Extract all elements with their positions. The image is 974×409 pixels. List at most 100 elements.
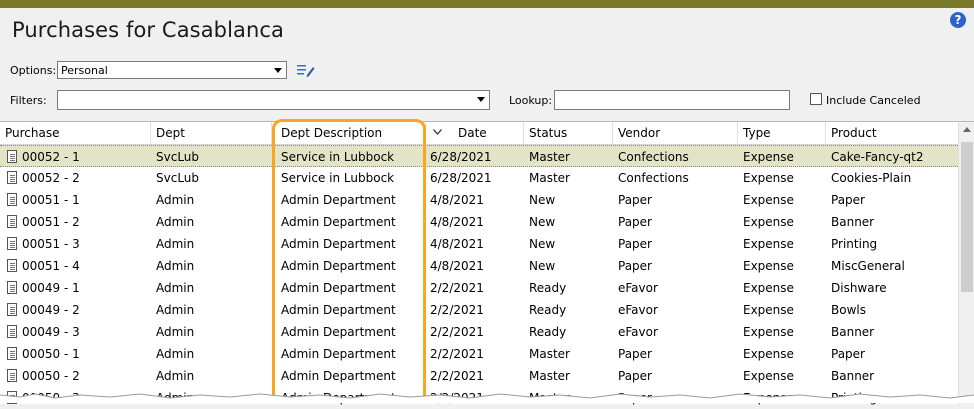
cell-dept: SvcLub: [156, 150, 200, 164]
cell-vendor: Paper: [618, 369, 652, 383]
cell-status: New: [529, 193, 556, 207]
filters-dropdown[interactable]: [57, 90, 490, 110]
cell-dept: Admin: [156, 215, 195, 229]
cell-product: Banner: [831, 215, 875, 229]
cell-date: 6/28/2021: [430, 150, 492, 164]
column-header-date-cell[interactable]: Date: [426, 122, 524, 144]
table-row[interactable]: 00051 - 3 Admin Admin Department 4/8/2021 Ne…: [0, 233, 958, 255]
cell-dept: Admin: [156, 303, 195, 317]
cell-purchase: 00051 - 1: [22, 193, 80, 207]
cell-type: Expense: [743, 259, 794, 273]
cell-date: 2/2/2021: [430, 325, 484, 339]
grid-header: Purchase Dept Dept Description Date Stat…: [0, 122, 958, 145]
chevron-down-icon: [477, 97, 485, 102]
cell-product: Cookies-Plain: [831, 171, 912, 185]
cell-vendor: Paper: [618, 215, 652, 229]
cell-purchase: 00051 - 3: [22, 237, 80, 251]
cell-product: Banner: [831, 369, 875, 383]
cell-vendor: Paper: [618, 193, 652, 207]
table-row[interactable]: 00050 - 1 Admin Admin Department 2/2/2021 Ma…: [0, 343, 958, 365]
cell-purchase: 00049 - 2: [22, 303, 80, 317]
cell-dept: Admin: [156, 325, 195, 339]
vertical-scrollbar[interactable]: [958, 122, 974, 404]
top-accent-bar: [0, 0, 974, 8]
cell-vendor: Paper: [618, 237, 652, 251]
cell-status: New: [529, 215, 556, 229]
scroll-thumb[interactable]: [961, 142, 973, 292]
cell-vendor: eFavor: [618, 325, 658, 339]
column-header-purchase[interactable]: Purchase: [0, 122, 151, 144]
table-row[interactable]: 00051 - 1 Admin Admin Department 4/8/2021 Ne…: [0, 189, 958, 211]
table-row[interactable]: 00052 - 1 SvcLub Service in Lubbock 6/28/20…: [0, 145, 958, 167]
cell-type: Expense: [743, 303, 794, 317]
cell-status: Ready: [529, 281, 567, 295]
cell-type: Expense: [743, 281, 794, 295]
cell-product: Paper: [831, 347, 865, 361]
include-canceled-checkbox[interactable]: [810, 93, 822, 105]
cell-purchase: 00052 - 2: [22, 171, 80, 185]
filters-label: Filters:: [10, 94, 47, 107]
cell-status: Ready: [529, 325, 567, 339]
page-title: Purchases for Casablanca: [12, 18, 285, 42]
cell-dept-description: Admin Department: [281, 369, 396, 383]
options-label: Options:: [10, 64, 57, 77]
cell-date: 2/2/2021: [430, 369, 484, 383]
cell-status: New: [529, 237, 556, 251]
options-dropdown[interactable]: Personal: [57, 61, 287, 79]
cell-purchase: 00049 - 3: [22, 325, 80, 339]
cell-date: 4/8/2021: [430, 237, 484, 251]
table-row[interactable]: 00049 - 2 Admin Admin Department 2/2/2021 Re…: [0, 299, 958, 321]
include-canceled-label: Include Canceled: [826, 94, 921, 107]
table-row[interactable]: 00051 - 4 Admin Admin Department 4/8/2021 Ne…: [0, 255, 958, 277]
table-row[interactable]: 00052 - 2 SvcLub Service in Lubbock 6/28/20…: [0, 167, 958, 189]
cell-dept: SvcLub: [156, 171, 200, 185]
table-row[interactable]: 00051 - 2 Admin Admin Department 4/8/2021 Ne…: [0, 211, 958, 233]
cell-vendor: Confections: [618, 150, 689, 164]
column-header-type[interactable]: Type: [738, 122, 826, 144]
cell-dept-description: Admin Department: [281, 281, 396, 295]
cell-status: Master: [529, 150, 570, 164]
chevron-down-icon: [274, 68, 282, 73]
cell-product: MiscGeneral: [831, 259, 905, 273]
scroll-up-icon[interactable]: [963, 127, 971, 132]
cell-product: Bowls: [831, 303, 866, 317]
cell-date: 2/2/2021: [430, 281, 484, 295]
cell-dept: Admin: [156, 237, 195, 251]
cell-purchase: 00050 - 1: [22, 347, 80, 361]
cell-product: Cake-Fancy-qt2: [831, 150, 924, 164]
cell-date: 4/8/2021: [430, 193, 484, 207]
column-header-product[interactable]: Product: [826, 122, 958, 144]
cell-status: Master: [529, 347, 570, 361]
lookup-input[interactable]: [554, 90, 790, 110]
sort-chevron-icon: [433, 129, 442, 135]
cell-dept: Admin: [156, 281, 195, 295]
column-header-vendor[interactable]: Vendor: [613, 122, 738, 144]
cell-purchase: 00051 - 2: [22, 215, 80, 229]
cell-status: New: [529, 259, 556, 273]
table-row[interactable]: 00049 - 1 Admin Admin Department 2/2/2021 Re…: [0, 277, 958, 299]
cell-product: Printing: [831, 237, 878, 251]
table-row[interactable]: 00050 - 2 Admin Admin Department 2/2/2021 Ma…: [0, 365, 958, 387]
cell-dept-description: Admin Department: [281, 215, 396, 229]
cell-vendor: eFavor: [618, 281, 658, 295]
cell-type: Expense: [743, 215, 794, 229]
cell-type: Expense: [743, 193, 794, 207]
cell-dept-description: Service in Lubbock: [281, 150, 395, 164]
lookup-label: Lookup:: [509, 94, 553, 107]
cell-purchase: 00050 - 2: [22, 369, 80, 383]
help-icon[interactable]: ?: [950, 12, 966, 28]
column-header-status[interactable]: Status: [524, 122, 613, 144]
table-row[interactable]: 00049 - 3 Admin Admin Department 2/2/2021 Re…: [0, 321, 958, 343]
column-header-dept[interactable]: Dept: [151, 122, 272, 144]
cell-type: Expense: [743, 325, 794, 339]
cell-dept-description: Service in Lubbock: [281, 171, 395, 185]
cell-date: 6/28/2021: [430, 171, 492, 185]
edit-list-icon[interactable]: [297, 63, 315, 77]
cell-vendor: Paper: [618, 347, 652, 361]
cell-status: Master: [529, 171, 570, 185]
cell-vendor: Paper: [618, 259, 652, 273]
cell-date: 2/2/2021: [430, 347, 484, 361]
cell-status: Ready: [529, 303, 567, 317]
cell-type: Expense: [743, 171, 794, 185]
column-header-dept-description[interactable]: Dept Description: [272, 122, 426, 144]
